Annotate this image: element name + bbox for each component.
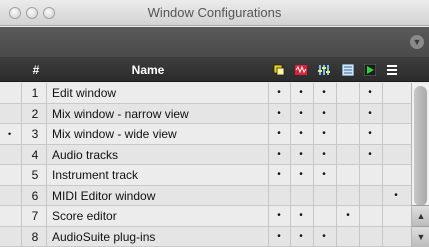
column-header-number[interactable]: #	[29, 58, 43, 82]
transport-play-column-icon[interactable]	[364, 64, 376, 76]
column-divider	[336, 83, 337, 247]
column-divider	[382, 83, 383, 247]
row-dot	[270, 186, 288, 206]
row-dot	[292, 186, 310, 206]
row-dot: •	[277, 107, 281, 119]
row-dot	[361, 227, 379, 247]
row-dot: •	[277, 210, 281, 221]
row-dot: •	[322, 87, 326, 98]
row-dot: •	[322, 128, 326, 139]
row-dot: •	[299, 128, 303, 139]
row-dot: •	[299, 107, 303, 119]
score-column-icon[interactable]	[342, 64, 354, 76]
active-indicator: •	[8, 129, 12, 139]
row-dot	[387, 165, 405, 185]
mixer-faders-column-icon[interactable]	[318, 64, 330, 76]
row-number: 7	[31, 209, 39, 223]
row-number: 3	[31, 127, 39, 141]
row-dot	[339, 124, 357, 144]
scroll-down-arrow-icon[interactable]: ▼	[412, 226, 429, 247]
row-name: Audio tracks	[52, 147, 119, 162]
row-dot	[361, 186, 379, 206]
column-divider	[21, 83, 22, 247]
window-title: Window Configurations	[147, 5, 282, 20]
row-name: Instrument track	[52, 168, 139, 182]
row-name: MIDI Editor window	[52, 188, 156, 203]
row-dot	[361, 206, 379, 226]
row-dot	[315, 186, 333, 206]
row-dot	[339, 227, 357, 247]
row-number: 2	[31, 106, 39, 121]
row-dot	[315, 206, 333, 226]
row-dot: •	[299, 230, 303, 242]
row-dot: •	[322, 169, 326, 180]
row-name: Edit window	[52, 86, 117, 100]
vertical-scrollbar[interactable]: ▲ ▼	[411, 83, 429, 247]
row-dot: •	[368, 87, 372, 98]
scroll-up-arrow-icon[interactable]: ▲	[412, 205, 429, 226]
column-divider	[359, 83, 360, 247]
row-number: 1	[31, 86, 39, 100]
column-divider	[313, 83, 314, 247]
row-dot: •	[322, 107, 326, 119]
row-dot: •	[277, 148, 281, 160]
row-dot	[339, 104, 357, 124]
mix-window-column-icon[interactable]	[295, 64, 307, 76]
row-dot	[387, 206, 405, 226]
edit-window-column-icon[interactable]	[273, 64, 285, 76]
row-dot: •	[322, 230, 326, 242]
column-header-name[interactable]: Name	[48, 58, 248, 82]
table-row[interactable]: 2 Mix window - narrow view • • • •	[0, 103, 411, 124]
row-dot	[339, 83, 357, 103]
table-row[interactable]: • 3 Mix window - wide view • • • •	[0, 124, 411, 145]
table-row[interactable]: 5 Instrument track • • •	[0, 165, 411, 186]
row-dot	[387, 145, 405, 165]
chevron-down-icon[interactable]: ▼	[410, 35, 424, 49]
row-number: 6	[31, 188, 39, 203]
row-dot: •	[277, 169, 281, 180]
row-dot: •	[299, 87, 303, 98]
table-header: # Name	[0, 58, 429, 82]
row-dot: •	[322, 148, 326, 160]
row-dot: •	[277, 230, 281, 242]
row-dot: •	[368, 107, 372, 119]
row-name: Score editor	[52, 209, 117, 223]
table-row[interactable]: 1 Edit window • • • •	[0, 83, 411, 104]
scrollbar-thumb[interactable]	[414, 86, 427, 206]
row-number: 5	[31, 168, 39, 182]
row-dot	[339, 165, 357, 185]
column-divider	[46, 83, 47, 247]
row-dot: •	[368, 128, 372, 139]
toolbar: ▼	[0, 27, 429, 58]
row-dot	[361, 165, 379, 185]
row-name: Mix window - narrow view	[52, 106, 189, 121]
row-name: Mix window - wide view	[52, 127, 177, 141]
row-number: 8	[31, 229, 39, 244]
row-dot: •	[277, 128, 281, 139]
table-row[interactable]: 8 AudioSuite plug-ins • • •	[0, 226, 411, 247]
row-dot: •	[368, 148, 372, 160]
title-bar: Window Configurations	[0, 0, 429, 26]
row-name: AudioSuite plug-ins	[52, 229, 156, 244]
row-dot	[339, 145, 357, 165]
row-dot: •	[277, 87, 281, 98]
list-column-icon[interactable]	[386, 64, 398, 76]
row-dot	[339, 186, 357, 206]
row-dot: •	[346, 210, 350, 221]
configurations-table: 1 Edit window • • • • 2 Mix window - nar…	[0, 83, 411, 247]
row-dot	[387, 104, 405, 124]
table-row[interactable]: 6 MIDI Editor window •	[0, 185, 411, 206]
row-number: 4	[31, 147, 39, 162]
row-dot: •	[299, 148, 303, 160]
row-dot	[387, 227, 405, 247]
table-row[interactable]: 4 Audio tracks • • • •	[0, 144, 411, 165]
row-dot	[387, 124, 405, 144]
row-dot: •	[394, 189, 398, 201]
table-row[interactable]: 7 Score editor • • •	[0, 206, 411, 227]
row-dot: •	[299, 210, 303, 221]
row-dot	[387, 83, 405, 103]
column-divider	[290, 83, 291, 247]
row-dot: •	[299, 169, 303, 180]
column-divider	[268, 83, 269, 247]
